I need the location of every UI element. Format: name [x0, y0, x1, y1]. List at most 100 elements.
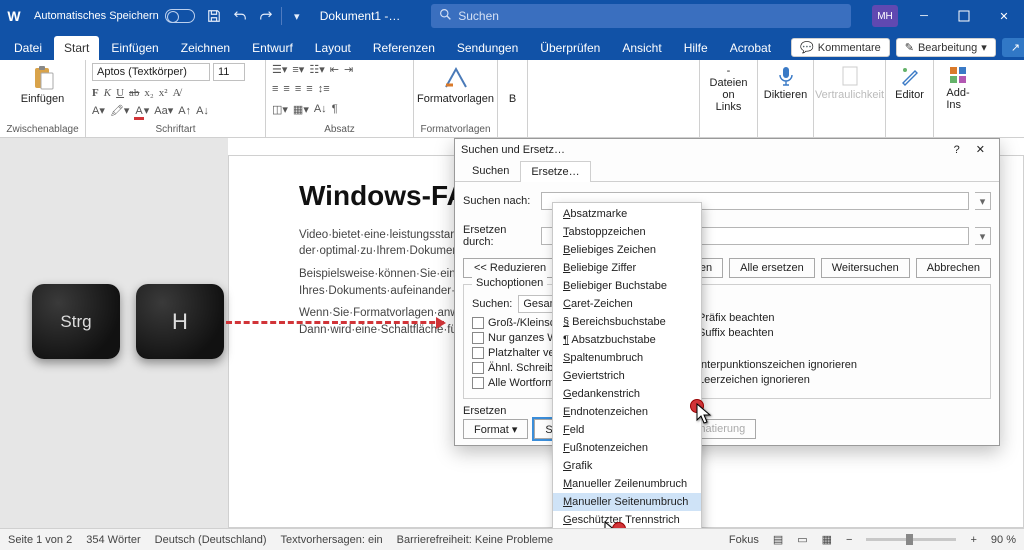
status-accessibility[interactable]: Barrierefreiheit: Keine Probleme [397, 534, 554, 546]
dialog-help-button[interactable]: ? [946, 144, 968, 156]
chk-prefix[interactable]: Präfix beachten [682, 312, 982, 324]
superscript-button[interactable]: x² [159, 87, 168, 99]
search-box[interactable]: Suchen [431, 4, 851, 28]
zoom-level[interactable]: 90 % [991, 534, 1016, 546]
numbering-button[interactable]: ≡▾ [292, 63, 304, 76]
change-case-button[interactable]: Aa▾ [154, 104, 173, 117]
menu-item-geviertstrich[interactable]: Geviertstrich [553, 367, 701, 385]
minimize-button[interactable]: ─ [904, 0, 944, 32]
menu-item-absatzmarke[interactable]: Absatzmarke [553, 205, 701, 223]
tab-entwurf[interactable]: Entwurf [242, 36, 303, 60]
menu-item-fu-notenzeichen[interactable]: Fußnotenzeichen [553, 439, 701, 457]
line-spacing-button[interactable]: ↕≡ [318, 83, 330, 95]
tab-ueberpruefen[interactable]: Überprüfen [530, 36, 610, 60]
undo-icon[interactable] [227, 3, 253, 29]
menu-item-beliebiges-zeichen[interactable]: Beliebiges Zeichen [553, 241, 701, 259]
maximize-button[interactable] [944, 0, 984, 32]
italic-button[interactable]: K [104, 87, 111, 99]
dialog-close-button[interactable]: ✕ [968, 143, 993, 156]
indent-button[interactable]: ⇥ [344, 63, 353, 76]
borders-button[interactable]: ▦▾ [293, 103, 309, 116]
tab-acrobat[interactable]: Acrobat [720, 36, 781, 60]
justify-button[interactable]: ≡ [306, 83, 312, 95]
toggle-switch-icon[interactable] [165, 9, 195, 23]
tab-layout[interactable]: Layout [305, 36, 361, 60]
menu-item-beliebige-ziffer[interactable]: Beliebige Ziffer [553, 259, 701, 277]
editing-mode-button[interactable]: ✎ Bearbeitung ▾ [896, 38, 996, 57]
bullets-button[interactable]: ☰▾ [272, 63, 287, 76]
styles-button[interactable]: Formatvorlagen [420, 63, 491, 107]
show-marks-button[interactable]: ¶ [332, 103, 338, 115]
shading-button[interactable]: ◫▾ [272, 103, 288, 116]
quickaccess-more-icon[interactable]: ▾ [284, 3, 310, 29]
zoom-in-button[interactable]: + [970, 534, 976, 546]
zoom-slider[interactable] [866, 538, 956, 541]
partial-button-b[interactable]: B [503, 91, 522, 107]
menu-item-beliebiger-buchstabe[interactable]: Beliebiger Buchstabe [553, 277, 701, 295]
chk-ignore-punct[interactable]: Interpunktionszeichen ignorieren [682, 359, 982, 371]
adobe-links-button[interactable]: -Dateien on Links [706, 63, 751, 115]
status-language[interactable]: Deutsch (Deutschland) [155, 534, 267, 546]
tab-sendungen[interactable]: Sendungen [447, 36, 528, 60]
account-badge[interactable]: MH [872, 5, 898, 27]
font-family-select[interactable]: Aptos (Textkörper) [92, 63, 210, 81]
tab-hilfe[interactable]: Hilfe [674, 36, 718, 60]
tab-ansicht[interactable]: Ansicht [612, 36, 671, 60]
tab-datei[interactable]: Datei [4, 36, 52, 60]
status-word-count[interactable]: 354 Wörter [86, 534, 140, 546]
view-print-layout-icon[interactable]: ▤ [773, 533, 783, 546]
tab-zeichnen[interactable]: Zeichnen [171, 36, 240, 60]
multilevel-button[interactable]: ☷▾ [309, 63, 324, 76]
close-button[interactable]: ✕ [984, 0, 1024, 32]
bold-button[interactable]: F [92, 87, 99, 99]
menu-item--bereichsbuchstabe[interactable]: § Bereichsbuchstabe [553, 313, 701, 331]
format-button[interactable]: Format ▾ [463, 419, 528, 439]
menu-item-tabstoppzeichen[interactable]: Tabstoppzeichen [553, 223, 701, 241]
autosave-toggle[interactable]: Automatisches Speichern [28, 9, 201, 23]
dialog-tab-replace[interactable]: Ersetze… [520, 161, 590, 182]
addins-button[interactable]: Add- Ins [940, 63, 976, 113]
tab-referenzen[interactable]: Referenzen [363, 36, 445, 60]
redo-icon[interactable] [253, 3, 279, 29]
status-text-predictions[interactable]: Textvorhersagen: ein [281, 534, 383, 546]
status-focus[interactable]: Fokus [729, 534, 759, 546]
align-center-button[interactable]: ≡ [283, 83, 289, 95]
tab-start[interactable]: Start [54, 36, 99, 60]
zoom-out-button[interactable]: − [846, 534, 852, 546]
grow-font-button[interactable]: A↑ [178, 105, 191, 117]
font-color-button[interactable]: A▾ [134, 104, 149, 117]
comments-button[interactable]: 💬 Kommentare [791, 38, 890, 57]
editor-button[interactable]: Editor [892, 63, 927, 103]
view-web-layout-icon[interactable]: ▦ [822, 533, 832, 546]
clear-format-button[interactable]: A̸ [173, 87, 181, 99]
reduce-button[interactable]: << Reduzieren [463, 258, 557, 278]
underline-button[interactable]: U [116, 87, 124, 99]
highlight-button[interactable]: 🖍▾ [110, 104, 130, 117]
align-right-button[interactable]: ≡ [295, 83, 301, 95]
replace-all-button[interactable]: Alle ersetzen [729, 258, 815, 278]
menu-item-spaltenumbruch[interactable]: Spaltenumbruch [553, 349, 701, 367]
menu-item-gesch-tzter-trennstrich[interactable]: Geschützter Trennstrich [553, 511, 701, 528]
shrink-font-button[interactable]: A↓ [196, 105, 209, 117]
dictate-button[interactable]: Diktieren [764, 63, 807, 103]
find-next-button[interactable]: Weitersuchen [821, 258, 910, 278]
outdent-button[interactable]: ⇤ [330, 63, 339, 76]
menu-item-feld[interactable]: Feld [553, 421, 701, 439]
view-read-mode-icon[interactable]: ▭ [797, 533, 807, 546]
text-effects-button[interactable]: A▾ [92, 104, 105, 117]
sort-button[interactable]: A↓ [314, 103, 327, 115]
tab-einfuegen[interactable]: Einfügen [101, 36, 168, 60]
menu-item-manueller-seitenumbruch[interactable]: Manueller Seitenumbruch [553, 493, 701, 511]
input-search-for-dropdown[interactable]: ▾ [975, 192, 991, 210]
subscript-button[interactable]: x₂ [144, 87, 153, 99]
menu-item-gedankenstrich[interactable]: Gedankenstrich [553, 385, 701, 403]
menu-item-caret-zeichen[interactable]: Caret-Zeichen [553, 295, 701, 313]
chk-ignore-spaces[interactable]: Leerzeichen ignorieren [682, 374, 982, 386]
dialog-tab-search[interactable]: Suchen [461, 160, 520, 181]
chk-suffix[interactable]: Suffix beachten [682, 327, 982, 339]
menu-item-manueller-zeilenumbruch[interactable]: Manueller Zeilenumbruch [553, 475, 701, 493]
status-page[interactable]: Seite 1 von 2 [8, 534, 72, 546]
cancel-button[interactable]: Abbrechen [916, 258, 991, 278]
strike-button[interactable]: ab [129, 87, 139, 99]
menu-item--absatzbuchstabe[interactable]: ¶ Absatzbuchstabe [553, 331, 701, 349]
